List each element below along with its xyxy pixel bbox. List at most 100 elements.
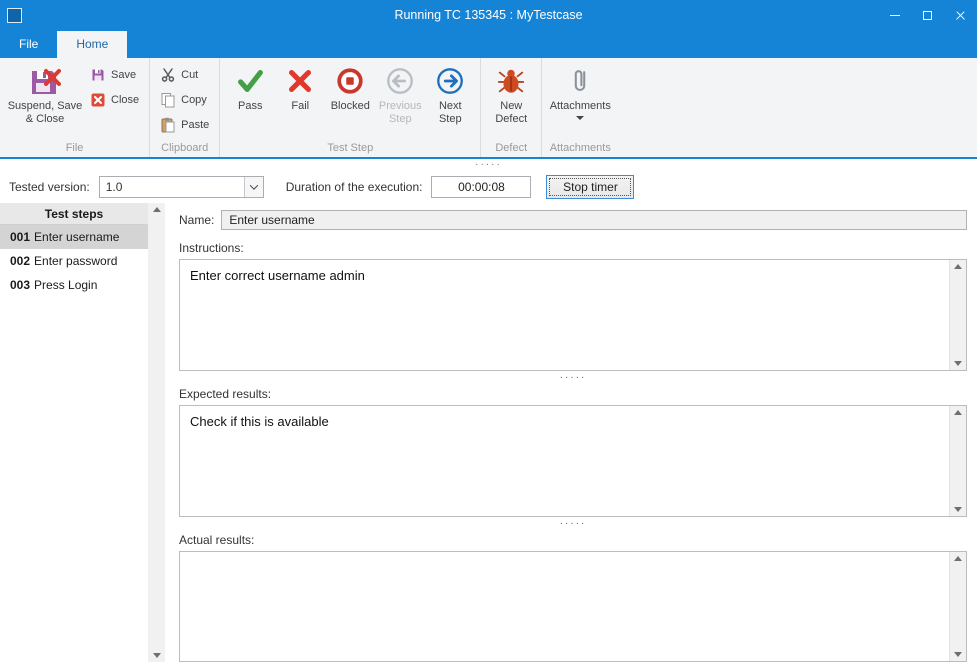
ribbon-group-attachments: Attachments Attachments [541,58,618,157]
ribbon-group-test-step: Pass Fail Blocked [219,58,480,157]
combobox-dropdown-button[interactable] [244,177,263,197]
app-window: Running TC 135345 : MyTestcase File Home… [0,0,977,662]
duration-field[interactable] [431,176,531,198]
scroll-up-icon[interactable] [954,410,962,415]
name-field[interactable]: Enter username [221,210,967,230]
step-label: Press Login [34,278,97,292]
suspend-save-close-button[interactable]: Suspend, Save & Close [5,61,85,126]
bug-icon [495,65,527,97]
expected-results-label: Expected results: [179,387,967,401]
pass-button[interactable]: Pass [225,61,275,113]
scroll-up-icon[interactable] [153,207,161,212]
minimize-icon [890,15,900,16]
splitter-handle[interactable]: ····· [179,517,967,531]
group-label-defect: Defect [484,141,538,157]
window-controls [878,0,977,30]
suspend-save-close-label: Suspend, Save & Close [6,100,84,126]
scroll-down-icon[interactable] [954,361,962,366]
scroll-up-icon[interactable] [954,264,962,269]
new-defect-button[interactable]: New Defect [486,61,536,126]
file-small-buttons: Save Close [85,61,144,109]
next-step-label: Next Step [426,100,474,126]
group-label-file: File [3,141,146,157]
ribbon-grip[interactable]: ····· [0,159,977,171]
step-label: Enter password [34,254,117,268]
actual-results-textarea[interactable] [180,552,949,661]
actual-results-scrollbar[interactable] [949,552,966,661]
paperclip-icon [564,65,596,97]
ribbon-group-clipboard: Cut Copy Paste Cl [149,58,219,157]
blocked-stop-icon [334,65,366,97]
step-item-002[interactable]: 002 Enter password [0,249,148,273]
cut-label: Cut [181,69,198,81]
group-label-test-step: Test Step [223,141,477,157]
expected-results-textarea[interactable]: Check if this is available [180,406,949,516]
expected-results-box: Check if this is available [179,405,967,517]
step-label: Enter username [34,230,119,244]
suspend-save-icon [29,65,61,97]
previous-arrow-icon [384,65,416,97]
attachments-button[interactable]: Attachments [547,61,613,120]
attachments-label: Attachments [550,100,611,113]
tested-version-combobox[interactable]: 1.0 [99,176,264,198]
save-button[interactable]: Save [85,66,144,84]
clipboard-paste-icon [160,117,176,133]
tested-version-value: 1.0 [100,177,244,197]
scroll-down-icon[interactable] [153,653,161,658]
paste-button[interactable]: Paste [155,116,214,134]
splitter-handle[interactable]: ····· [179,371,967,385]
maximize-button[interactable] [911,0,944,30]
stop-timer-button[interactable]: Stop timer [546,175,634,199]
actual-results-label: Actual results: [179,533,967,547]
blocked-label: Blocked [331,100,370,113]
close-button[interactable]: Close [85,91,144,109]
cut-button[interactable]: Cut [155,66,214,84]
scissors-icon [160,67,176,83]
scroll-down-icon[interactable] [954,507,962,512]
window-title: Running TC 135345 : MyTestcase [0,8,977,22]
minimize-button[interactable] [878,0,911,30]
step-item-001[interactable]: 001 Enter username [0,225,148,249]
step-number: 001 [10,230,30,244]
copy-icon [160,92,176,108]
tab-file[interactable]: File [0,31,57,58]
fail-button[interactable]: Fail [275,61,325,113]
blocked-button[interactable]: Blocked [325,61,375,113]
save-label: Save [111,69,136,81]
test-steps-header: Test steps [0,203,148,225]
title-bar: Running TC 135345 : MyTestcase [0,0,977,30]
scroll-up-icon[interactable] [954,556,962,561]
app-icon[interactable] [7,8,22,23]
fail-label: Fail [291,100,309,113]
ribbon-group-file: Suspend, Save & Close Save Close [0,58,149,157]
expected-results-scrollbar[interactable] [949,406,966,516]
ribbon-group-defect: New Defect Defect [480,58,541,157]
paste-label: Paste [181,119,209,131]
attachments-dropdown-icon [576,116,584,120]
instructions-textarea[interactable]: Enter correct username admin [180,260,949,370]
maximize-icon [923,11,932,20]
new-defect-label: New Defect [487,100,535,126]
tested-version-label: Tested version: [9,180,90,194]
steps-scrollbar[interactable] [148,203,165,662]
instructions-scrollbar[interactable] [949,260,966,370]
step-item-003[interactable]: 003Press Login [0,273,148,297]
actual-results-box [179,551,967,662]
copy-button[interactable]: Copy [155,91,214,109]
test-steps-list: Test steps 001 Enter username 002 Enter pa… [0,203,148,662]
step-number: 002 [10,254,30,268]
previous-step-label: Previous Step [376,100,424,126]
execution-toolbar: Tested version: 1.0 Duration of the exec… [0,171,977,203]
next-step-button[interactable]: Next Step [425,61,475,126]
scroll-down-icon[interactable] [954,652,962,657]
close-icon [955,10,966,21]
next-arrow-icon [434,65,466,97]
clipboard-buttons: Cut Copy Paste [155,61,214,134]
previous-step-button[interactable]: Previous Step [375,61,425,126]
group-label-clipboard: Clipboard [153,141,216,157]
name-label: Name: [179,213,214,227]
pass-label: Pass [238,100,262,113]
duration-label: Duration of the execution: [286,180,423,194]
close-window-button[interactable] [944,0,977,30]
tab-home[interactable]: Home [57,31,127,58]
